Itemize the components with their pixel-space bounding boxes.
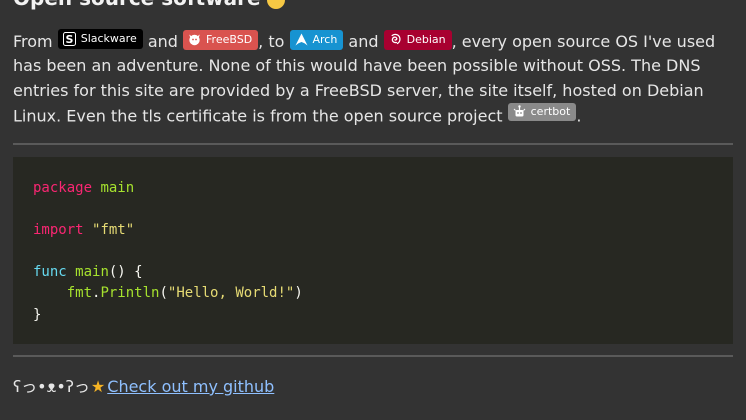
star-icon: ★: [90, 377, 106, 396]
smile-emoji-icon: [266, 0, 285, 9]
code-func-signature: () {: [108, 264, 143, 281]
text-from: From: [13, 32, 53, 51]
code-func-name: main: [75, 264, 109, 281]
code-closing-brace: }: [33, 306, 42, 323]
code-call-string: "Hello, World!": [167, 285, 295, 302]
code-call-open-paren: (: [159, 285, 168, 302]
divider-bottom: [13, 355, 733, 357]
code-call-package: fmt: [66, 285, 93, 302]
certbot-badge-label: certbot: [530, 104, 571, 118]
code-block[interactable]: package main import "fmt" func main() { …: [13, 157, 733, 344]
github-link[interactable]: Check out my github: [107, 377, 274, 396]
certbot-badge: certbot: [507, 102, 577, 121]
debian-swirl-icon: [389, 33, 402, 47]
code-line-1: package main: [33, 178, 713, 199]
code-call-close-paren: ): [294, 285, 303, 302]
freebsd-icon: [188, 33, 201, 47]
arch-badge-label: Arch: [312, 32, 338, 46]
code-line-3: import "fmt": [33, 220, 713, 241]
arch-badge: Arch: [289, 29, 344, 50]
freebsd-badge: FreeBSD: [183, 29, 259, 50]
text-period: .: [576, 106, 582, 126]
code-import-string: "fmt": [92, 222, 135, 239]
freebsd-badge-label: FreeBSD: [206, 32, 253, 46]
slackware-badge: S Slackware: [57, 29, 143, 49]
debian-badge: Debian: [383, 29, 452, 50]
slackware-icon: S: [62, 32, 76, 46]
section-heading-text: Open source software: [13, 0, 261, 10]
code-keyword-import: import: [33, 222, 84, 239]
divider-top: [13, 143, 733, 145]
arch-icon: [295, 33, 308, 47]
svg-text:S: S: [65, 33, 73, 46]
code-call-function: Println: [100, 285, 160, 302]
code-keyword-func: func: [33, 264, 67, 281]
text-and: and: [147, 32, 178, 51]
slackware-badge-label: Slackware: [80, 32, 137, 45]
text-and-2: and: [348, 32, 379, 51]
debian-badge-label: Debian: [406, 32, 446, 46]
text-to: , to: [258, 32, 285, 51]
code-line-6: fmt.Println("Hello, World!"): [33, 283, 713, 304]
footer-line: ʕっ•ᴥ•ʔっ★ Check out my github: [13, 376, 274, 398]
bear-kaomoji: ʕっ•ᴥ•ʔっ: [13, 377, 90, 396]
code-line-5: func main() {: [33, 262, 713, 283]
section-heading: Open source software: [13, 0, 285, 10]
certbot-robot-icon: [513, 105, 526, 119]
code-package-name: main: [100, 180, 135, 196]
intro-paragraph: From S Slackware and FreeBSD , to Arch a…: [13, 29, 738, 129]
code-line-7: }: [33, 305, 713, 326]
code-keyword-package: package: [33, 180, 93, 196]
